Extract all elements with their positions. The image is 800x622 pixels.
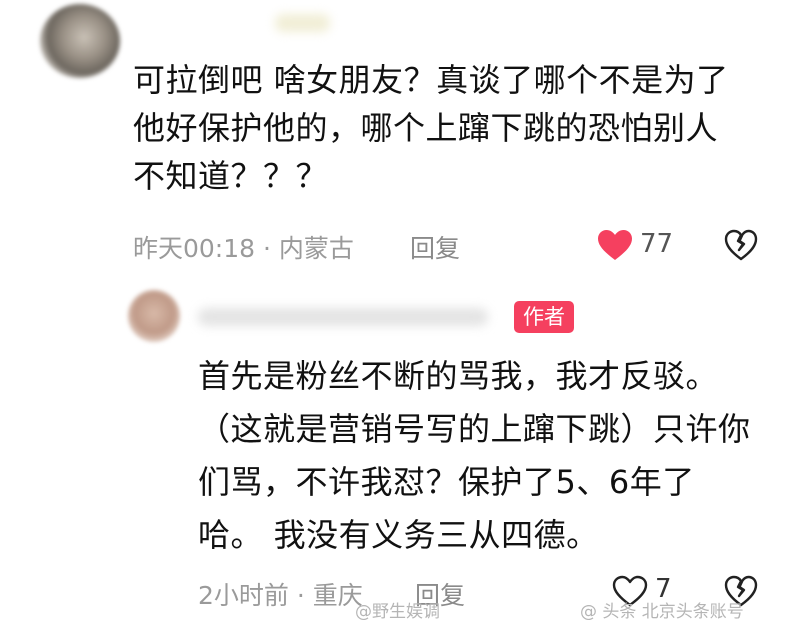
like-count: 77 [640, 229, 674, 259]
comment-line: 首先是粉丝不断的骂我，我才反驳。 [198, 357, 719, 395]
comment-time-location: 昨天00:18 · 内蒙古 [133, 234, 354, 263]
comment-line: 他好保护他的，哪个上蹿下跳的恐怕别人 [133, 109, 719, 147]
comment-line: 哈。 我没有义务三从四德。 [198, 516, 599, 554]
comment-line: 可拉倒吧 啥女朋友？真谈了哪个不是为了 [133, 61, 729, 99]
username-blurred[interactable] [198, 308, 488, 326]
comment-line: （这就是营销号写的上蹿下跳）只许你 [198, 410, 751, 448]
avatar[interactable] [40, 4, 120, 78]
watermark: @ 头条 北京头条账号 [580, 602, 744, 622]
reply-button[interactable]: 回复 [410, 229, 460, 265]
avatar[interactable] [128, 290, 180, 342]
username-blurred[interactable] [275, 14, 330, 32]
comment-text: 首先是粉丝不断的骂我，我才反驳。 （这就是营销号写的上蹿下跳）只许你 们骂，不许… [198, 350, 788, 562]
comment-line: 们骂，不许我怼？保护了5、6年了 [198, 463, 695, 501]
author-badge: 作者 [514, 301, 574, 333]
broken-heart-icon[interactable] [724, 228, 758, 262]
heart-filled-icon[interactable] [597, 229, 633, 261]
watermark: @野生娱调 [355, 602, 440, 622]
comment-text: 可拉倒吧 啥女朋友？真谈了哪个不是为了 他好保护他的，哪个上蹿下跳的恐怕别人 不… [133, 56, 773, 200]
comment-line: 不知道？？？ [133, 157, 329, 195]
comment-time-location: 2小时前 · 重庆 [198, 581, 363, 610]
